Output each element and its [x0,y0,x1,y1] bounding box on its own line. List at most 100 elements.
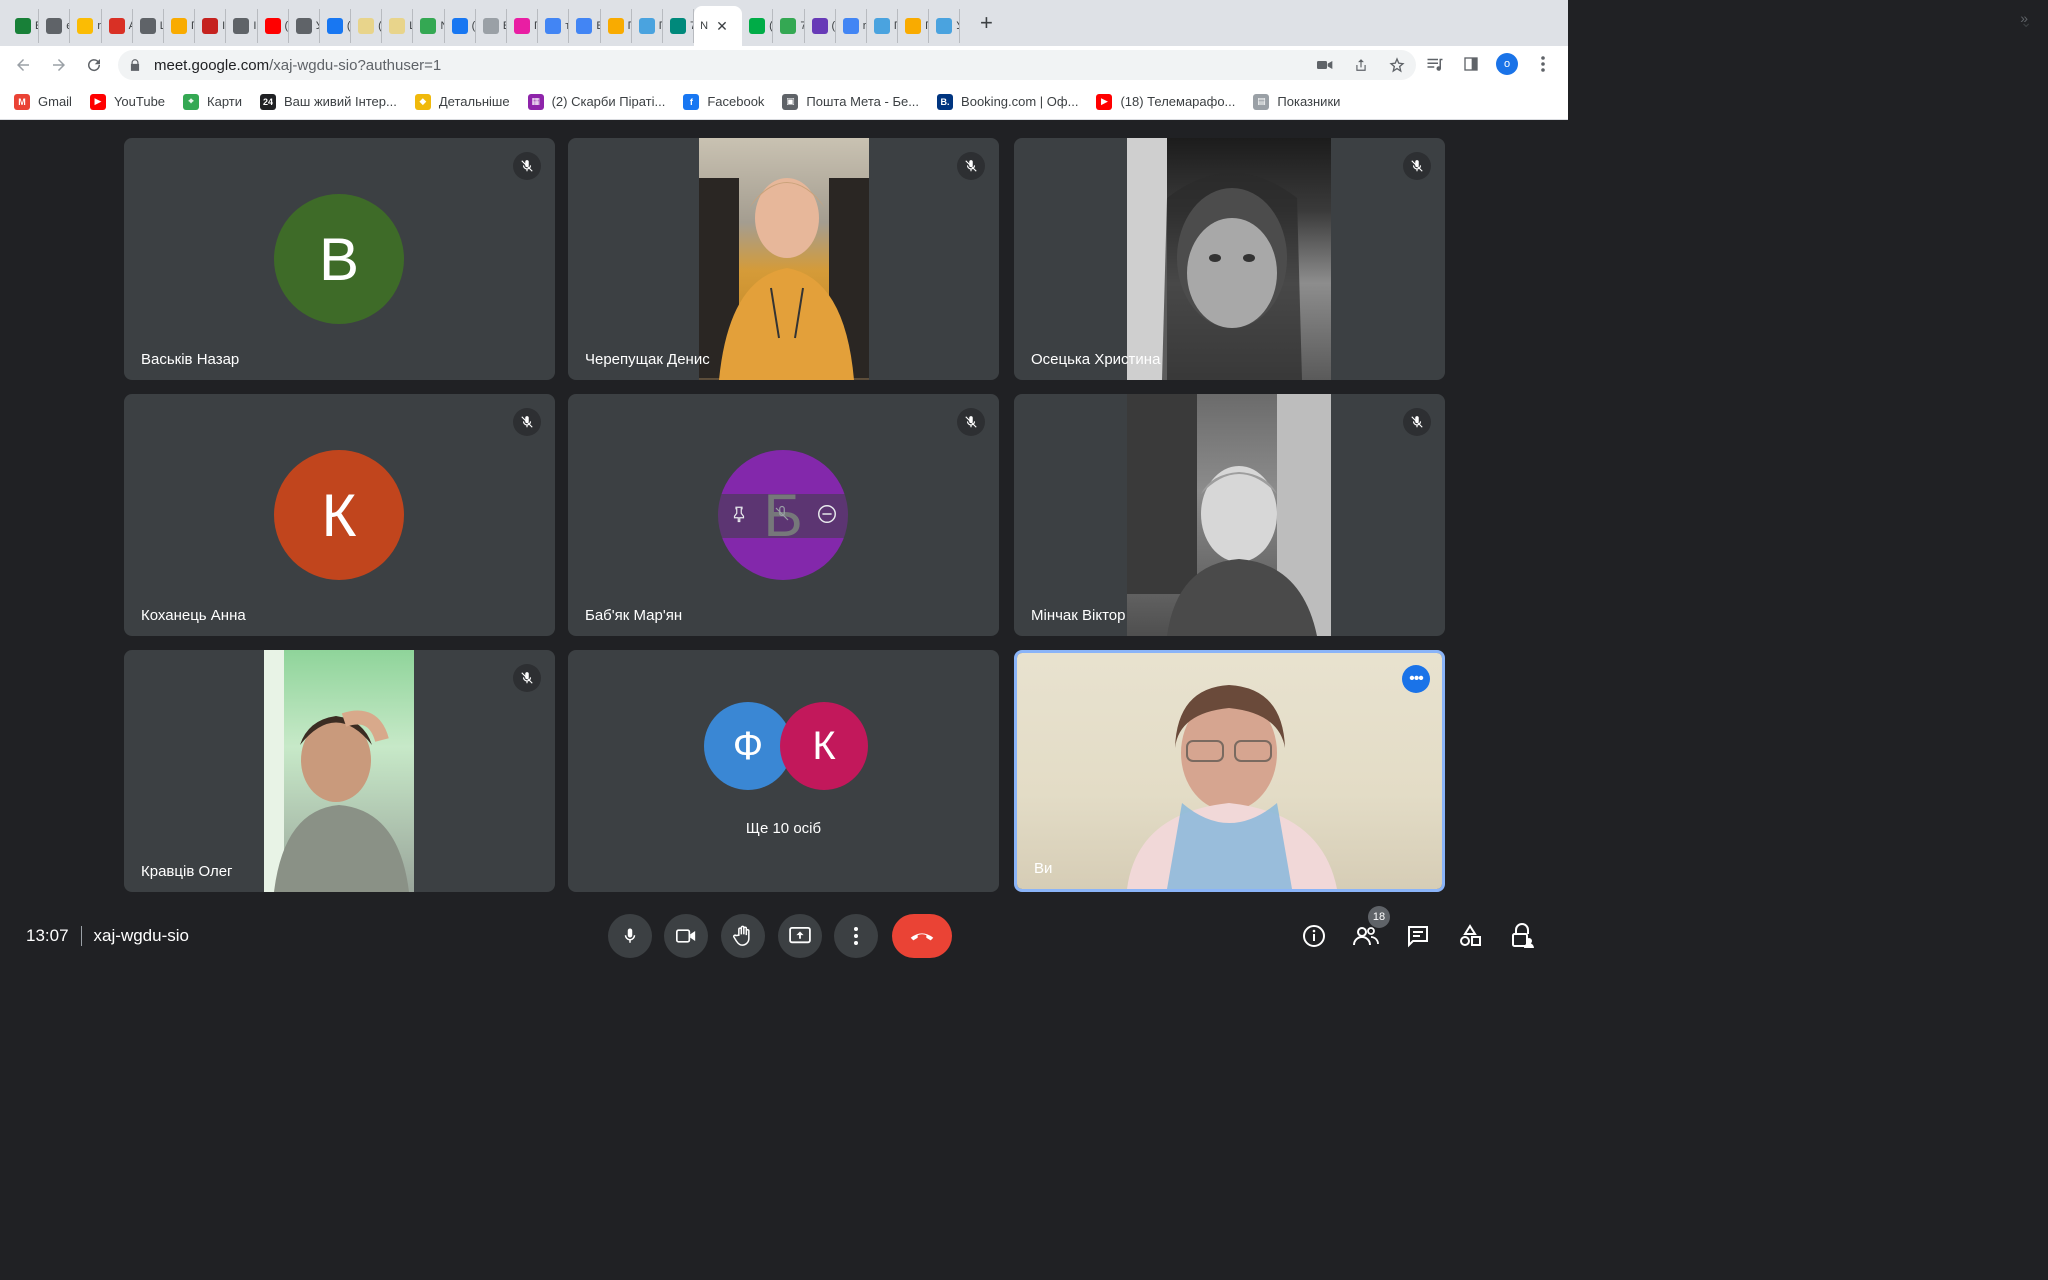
bookmark-item[interactable]: ▤ Показники [1253,93,1340,110]
tab-favicon-icon [749,18,766,34]
microphone-button[interactable] [608,914,652,958]
browser-toolbar: meet.google.com/xaj-wgdu-sio?authuser=1 … [0,46,1568,84]
bookmark-item[interactable]: ▶ (18) Телемарафо... [1096,93,1235,110]
self-more-options-button[interactable]: ••• [1402,665,1430,693]
bookmark-item[interactable]: ▶ YouTube [89,93,165,110]
participant-tile[interactable]: Б Баб'як Мар'ян [568,394,999,636]
participant-tile[interactable]: Осецька Христина [1014,138,1445,380]
bookmark-star-icon[interactable] [1388,54,1406,76]
side-panel-icon[interactable] [1460,52,1482,76]
close-tab-icon[interactable]: ✕ [716,18,728,35]
browser-tab[interactable]: Г [164,9,196,43]
browser-tab[interactable]: Г [867,9,899,43]
reload-icon[interactable] [77,48,111,82]
tab-favicon-icon [389,18,406,34]
browser-tab[interactable]: ( [742,9,774,43]
others-tile[interactable]: Ф К Ще 10 осіб [568,650,999,892]
camera-indicator-icon[interactable] [1316,54,1334,76]
mic-off-icon [513,664,541,692]
browser-tab-active[interactable]: N ✕ [694,6,743,46]
participant-video [264,650,414,892]
browser-tab[interactable]: У [289,9,320,43]
browser-tab[interactable]: ( [805,9,836,43]
browser-tab[interactable]: є [39,9,71,43]
participant-tile[interactable]: Кравців Олег [124,650,555,892]
participant-tile[interactable]: К Коханець Анна [124,394,555,636]
browser-tab[interactable]: У [929,9,961,43]
browser-tab[interactable]: Г [632,9,663,43]
mute-participant-icon[interactable] [773,504,791,529]
tab-favicon-icon [233,18,250,34]
mic-off-icon [957,408,985,436]
address-bar[interactable]: meet.google.com/xaj-wgdu-sio?authuser=1 [118,50,1416,80]
browser-tab[interactable]: Г [507,9,539,43]
tab-favicon-icon [514,18,530,34]
mic-off-icon [1403,152,1431,180]
participant-tile[interactable]: В Васьків Назар [124,138,555,380]
bookmark-item[interactable]: ▦ (2) Скарби Піраті... [527,93,665,110]
tab-favicon-icon [77,18,94,34]
bookmarks-overflow-icon[interactable]: » [2020,10,2028,26]
browser-tab[interactable]: A [102,9,133,43]
raise-hand-button[interactable] [721,914,765,958]
end-call-button[interactable] [892,914,952,958]
media-control-icon[interactable] [1424,52,1446,76]
tab-favicon-icon [545,18,562,34]
bookmark-item[interactable]: M Gmail [14,93,72,110]
meeting-details-button[interactable] [1300,922,1328,950]
browser-tab[interactable]: ( [258,9,289,43]
browser-tab[interactable]: E [476,9,507,43]
browser-tab[interactable]: N [413,9,445,43]
chat-button[interactable] [1404,922,1432,950]
bookmark-favicon-icon: ◆ [414,93,431,110]
pin-icon[interactable] [730,504,748,529]
browser-tab[interactable]: r [836,9,867,43]
back-icon[interactable] [6,48,40,82]
browser-tab[interactable]: ( [351,9,383,43]
profile-avatar[interactable]: о [1496,53,1518,75]
browser-tab[interactable]: ( [445,9,476,43]
host-controls-button[interactable] [1508,922,1536,950]
browser-tab[interactable]: т [538,9,570,43]
browser-tab[interactable]: 7 [773,9,805,43]
bookmark-item[interactable]: ⌖ Карти [183,93,242,110]
participant-video [1127,138,1331,380]
lock-icon[interactable] [128,58,142,72]
activities-button[interactable] [1456,922,1484,950]
browser-tab[interactable]: E [8,9,40,43]
browser-tab[interactable]: L [133,9,164,43]
bookmark-item[interactable]: ◆ Детальніше [414,93,510,110]
browser-tab[interactable]: 7 [663,9,695,43]
participant-tile[interactable]: Мінчак Віктор [1014,394,1445,636]
bookmark-item[interactable]: f Facebook [683,93,764,110]
browser-menu-icon[interactable] [1532,52,1554,76]
browser-tab[interactable]: r [70,9,102,43]
participant-tile[interactable]: Черепущак Денис [568,138,999,380]
browser-tab[interactable]: E [569,9,601,43]
remove-participant-icon[interactable] [816,503,838,530]
bookmark-item[interactable]: B. Booking.com | Оф... [937,93,1078,110]
bookmark-item[interactable]: ▣ Пошта Мета - Бе... [782,93,919,110]
camera-button[interactable] [664,914,708,958]
browser-tab[interactable]: ( [320,9,352,43]
self-tile[interactable]: ••• Ви [1014,650,1445,892]
tab-title: r [862,20,867,32]
browser-tab[interactable]: I [195,9,227,43]
new-tab-button[interactable]: + [974,10,998,36]
people-button[interactable]: 18 [1352,906,1390,950]
share-icon[interactable] [1352,54,1370,76]
browser-tab[interactable]: Г [898,9,930,43]
browser-tab[interactable]: L [382,9,414,43]
more-options-button[interactable] [834,914,878,958]
tab-favicon-icon [139,18,156,34]
tab-title: I [222,20,226,32]
present-screen-button[interactable] [778,914,822,958]
browser-tab[interactable]: I [226,9,258,43]
bookmark-item[interactable]: 24 Ваш живий Інтер... [260,93,397,110]
browser-tab[interactable]: Г [601,9,632,43]
tab-favicon-icon [842,18,859,34]
lock-person-icon [1512,923,1534,948]
forward-icon[interactable] [42,48,76,82]
participant-name: Коханець Анна [141,607,246,624]
tab-favicon-icon [46,18,63,34]
